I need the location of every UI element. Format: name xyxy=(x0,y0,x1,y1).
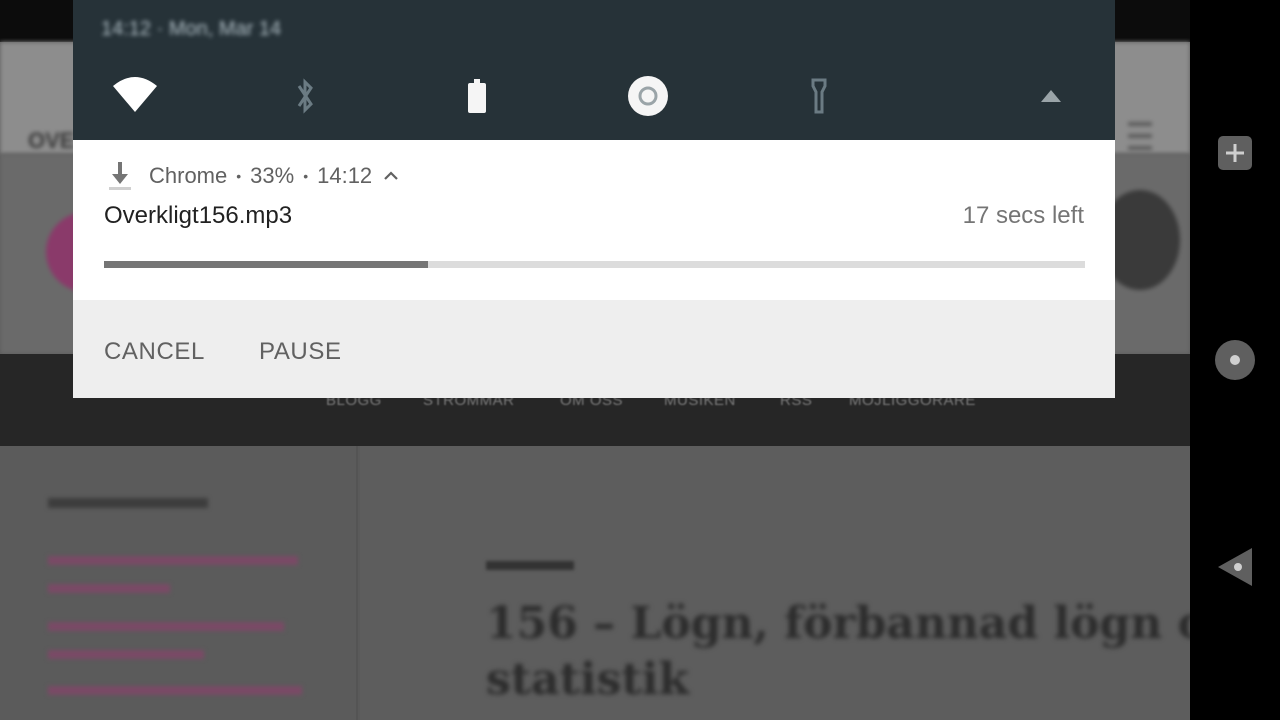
square-recents-icon xyxy=(1218,136,1252,170)
home-button[interactable] xyxy=(1214,339,1256,381)
background-headline-line: statistik xyxy=(486,654,689,705)
cancel-button[interactable]: CANCEL xyxy=(104,338,205,366)
background-sidebar-link xyxy=(48,556,298,565)
system-navigation-bar xyxy=(1190,0,1280,720)
download-time-remaining: 17 secs left xyxy=(962,202,1084,229)
background-sidebar-link xyxy=(48,622,284,631)
cast-icon[interactable] xyxy=(1027,74,1075,118)
recents-button[interactable] xyxy=(1214,132,1256,174)
separator-dot: • xyxy=(303,168,309,184)
notification-app-name: Chrome xyxy=(149,163,228,188)
download-file-name: Overkligt156.mp3 xyxy=(104,202,293,229)
notification-actions: CANCEL PAUSE xyxy=(73,300,1115,398)
bluetooth-icon[interactable] xyxy=(281,74,329,118)
battery-icon[interactable] xyxy=(453,74,501,118)
background-category-label xyxy=(486,561,574,570)
separator-dot: • xyxy=(236,168,242,184)
background-sidebar-link xyxy=(48,584,170,593)
download-icon xyxy=(109,162,131,190)
pause-button[interactable]: PAUSE xyxy=(259,338,342,366)
background-headline-line: 156 – Lögn, förbannad lögn och St xyxy=(486,598,1190,649)
background-logo-text: OVE xyxy=(28,128,75,153)
home-icon xyxy=(1215,340,1255,380)
shade-status-text: 14:12 · Mon, Mar 14 xyxy=(101,18,282,40)
notification-time: 14:12 xyxy=(317,163,373,188)
wifi-icon[interactable] xyxy=(111,74,159,118)
background-sidebar-link xyxy=(48,650,204,659)
data-saver-icon[interactable] xyxy=(624,74,672,118)
background-article-headline: 156 – Lögn, förbannad lögn och St statis… xyxy=(486,596,1190,708)
background-sidebar xyxy=(0,446,358,720)
back-button[interactable] xyxy=(1214,546,1256,588)
background-sidebar-link xyxy=(48,686,302,695)
background-main-content: 156 – Lögn, förbannad lögn och St statis… xyxy=(360,446,1190,720)
notification-header: Chrome • 33% • 14:12 xyxy=(105,160,400,192)
download-progress-bar xyxy=(104,261,1085,268)
background-sidebar-title xyxy=(48,498,208,508)
notification-progress-text: 33% xyxy=(250,163,295,188)
download-progress-fill xyxy=(104,261,428,268)
chevron-up-icon[interactable] xyxy=(382,167,400,185)
flashlight-icon[interactable] xyxy=(795,74,843,118)
background-menu-icon xyxy=(1128,122,1152,152)
notification-shade: 14:12 · Mon, Mar 14 xyxy=(73,0,1115,140)
download-notification[interactable]: Chrome • 33% • 14:12 Overkligt156.mp3 17… xyxy=(73,140,1115,398)
back-icon xyxy=(1218,548,1252,586)
